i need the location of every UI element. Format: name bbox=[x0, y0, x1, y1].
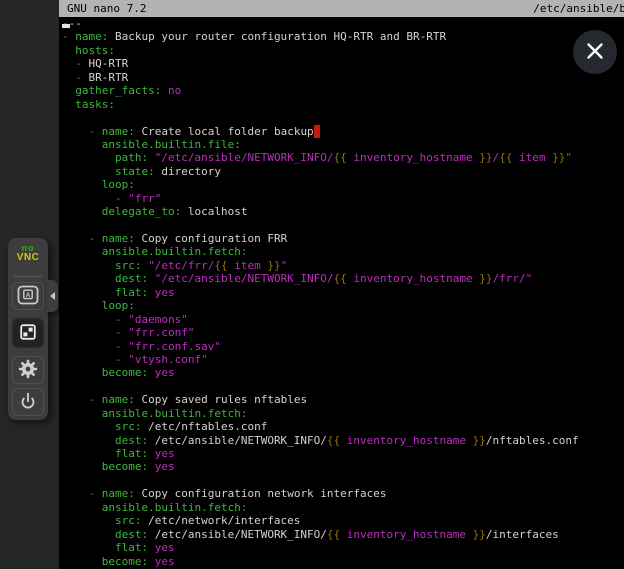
code-line: - "daemons" bbox=[62, 313, 624, 326]
code-line: path: "/etc/ansible/NETWORK_INFO/{{ inve… bbox=[62, 151, 624, 164]
code-line bbox=[62, 474, 624, 487]
code-line: - "frr.conf.sav" bbox=[62, 340, 624, 353]
novnc-logo-vnc: VNC bbox=[8, 253, 48, 262]
code-line: ansible.builtin.fetch: bbox=[62, 245, 624, 258]
code-line: gather_facts: no bbox=[62, 84, 624, 97]
settings-button[interactable] bbox=[12, 356, 44, 384]
terminal-window[interactable]: GNU nano 7.2 /etc/ansible/b ---- name: B… bbox=[59, 0, 624, 569]
code-line: ansible.builtin.file: bbox=[62, 138, 624, 151]
code-line: tasks: bbox=[62, 98, 624, 111]
svg-text:A: A bbox=[26, 291, 31, 298]
code-line: ansible.builtin.fetch: bbox=[62, 407, 624, 420]
screen: no VNC A bbox=[0, 0, 624, 569]
control-bar-collapse-handle[interactable] bbox=[46, 280, 58, 312]
stray-cursor-mark bbox=[62, 24, 70, 28]
code-line: - name: Copy saved rules nftables bbox=[62, 393, 624, 406]
code-line: - "vtysh.conf" bbox=[62, 353, 624, 366]
nano-version-label: GNU nano 7.2 bbox=[67, 0, 146, 17]
code-line: - BR-RTR bbox=[62, 71, 624, 84]
code-line: flat: yes bbox=[62, 447, 624, 460]
code-line: dest: "/etc/ansible/NETWORK_INFO/{{ inve… bbox=[62, 272, 624, 285]
code-line: state: directory bbox=[62, 165, 624, 178]
power-icon bbox=[18, 391, 38, 414]
fullscreen-button[interactable] bbox=[12, 318, 44, 348]
code-line: --- bbox=[62, 17, 624, 30]
editor-content[interactable]: ---- name: Backup your router configurat… bbox=[59, 17, 624, 569]
code-line: loop: bbox=[62, 299, 624, 312]
code-line: dest: /etc/ansible/NETWORK_INFO/{{ inven… bbox=[62, 434, 624, 447]
code-line: flat: yes bbox=[62, 541, 624, 554]
code-line: - name: Create local folder backup bbox=[62, 125, 624, 138]
code-line: src: "/etc/frr/{{ item }}" bbox=[62, 259, 624, 272]
fullscreen-icon bbox=[19, 323, 37, 344]
code-line: src: /etc/nftables.conf bbox=[62, 420, 624, 433]
gear-icon bbox=[18, 359, 38, 382]
code-line: ansible.builtin.fetch: bbox=[62, 501, 624, 514]
chevron-left-icon bbox=[50, 292, 55, 300]
code-line: - name: Backup your router configuration… bbox=[62, 30, 624, 43]
code-line: hosts: bbox=[62, 44, 624, 57]
code-line bbox=[62, 111, 624, 124]
control-bar-divider bbox=[14, 276, 42, 277]
close-icon bbox=[573, 29, 617, 76]
code-line: delegate_to: localhost bbox=[62, 205, 624, 218]
nano-file-path: /etc/ansible/b bbox=[533, 0, 624, 17]
code-line: - name: Copy configuration FRR bbox=[62, 232, 624, 245]
clipboard-button[interactable]: A bbox=[12, 282, 44, 310]
nano-titlebar: GNU nano 7.2 /etc/ansible/b bbox=[59, 0, 624, 17]
code-line: become: yes bbox=[62, 366, 624, 379]
code-line: - "frr.conf" bbox=[62, 326, 624, 339]
novnc-logo: no VNC bbox=[8, 244, 48, 262]
code-line bbox=[62, 219, 624, 232]
code-line: - "frr" bbox=[62, 192, 624, 205]
clipboard-icon: A bbox=[17, 285, 39, 308]
code-line bbox=[62, 380, 624, 393]
close-button[interactable] bbox=[573, 30, 617, 74]
code-line: flat: yes bbox=[62, 286, 624, 299]
code-line: become: yes bbox=[62, 555, 624, 568]
code-line: loop: bbox=[62, 178, 624, 191]
code-line: - name: Copy configuration network inter… bbox=[62, 487, 624, 500]
code-line: become: yes bbox=[62, 460, 624, 473]
disconnect-button[interactable] bbox=[12, 388, 44, 416]
code-line: - HQ-RTR bbox=[62, 57, 624, 70]
novnc-control-bar: no VNC A bbox=[8, 238, 48, 420]
code-line: dest: /etc/ansible/NETWORK_INFO/{{ inven… bbox=[62, 528, 624, 541]
code-line: src: /etc/network/interfaces bbox=[62, 514, 624, 527]
